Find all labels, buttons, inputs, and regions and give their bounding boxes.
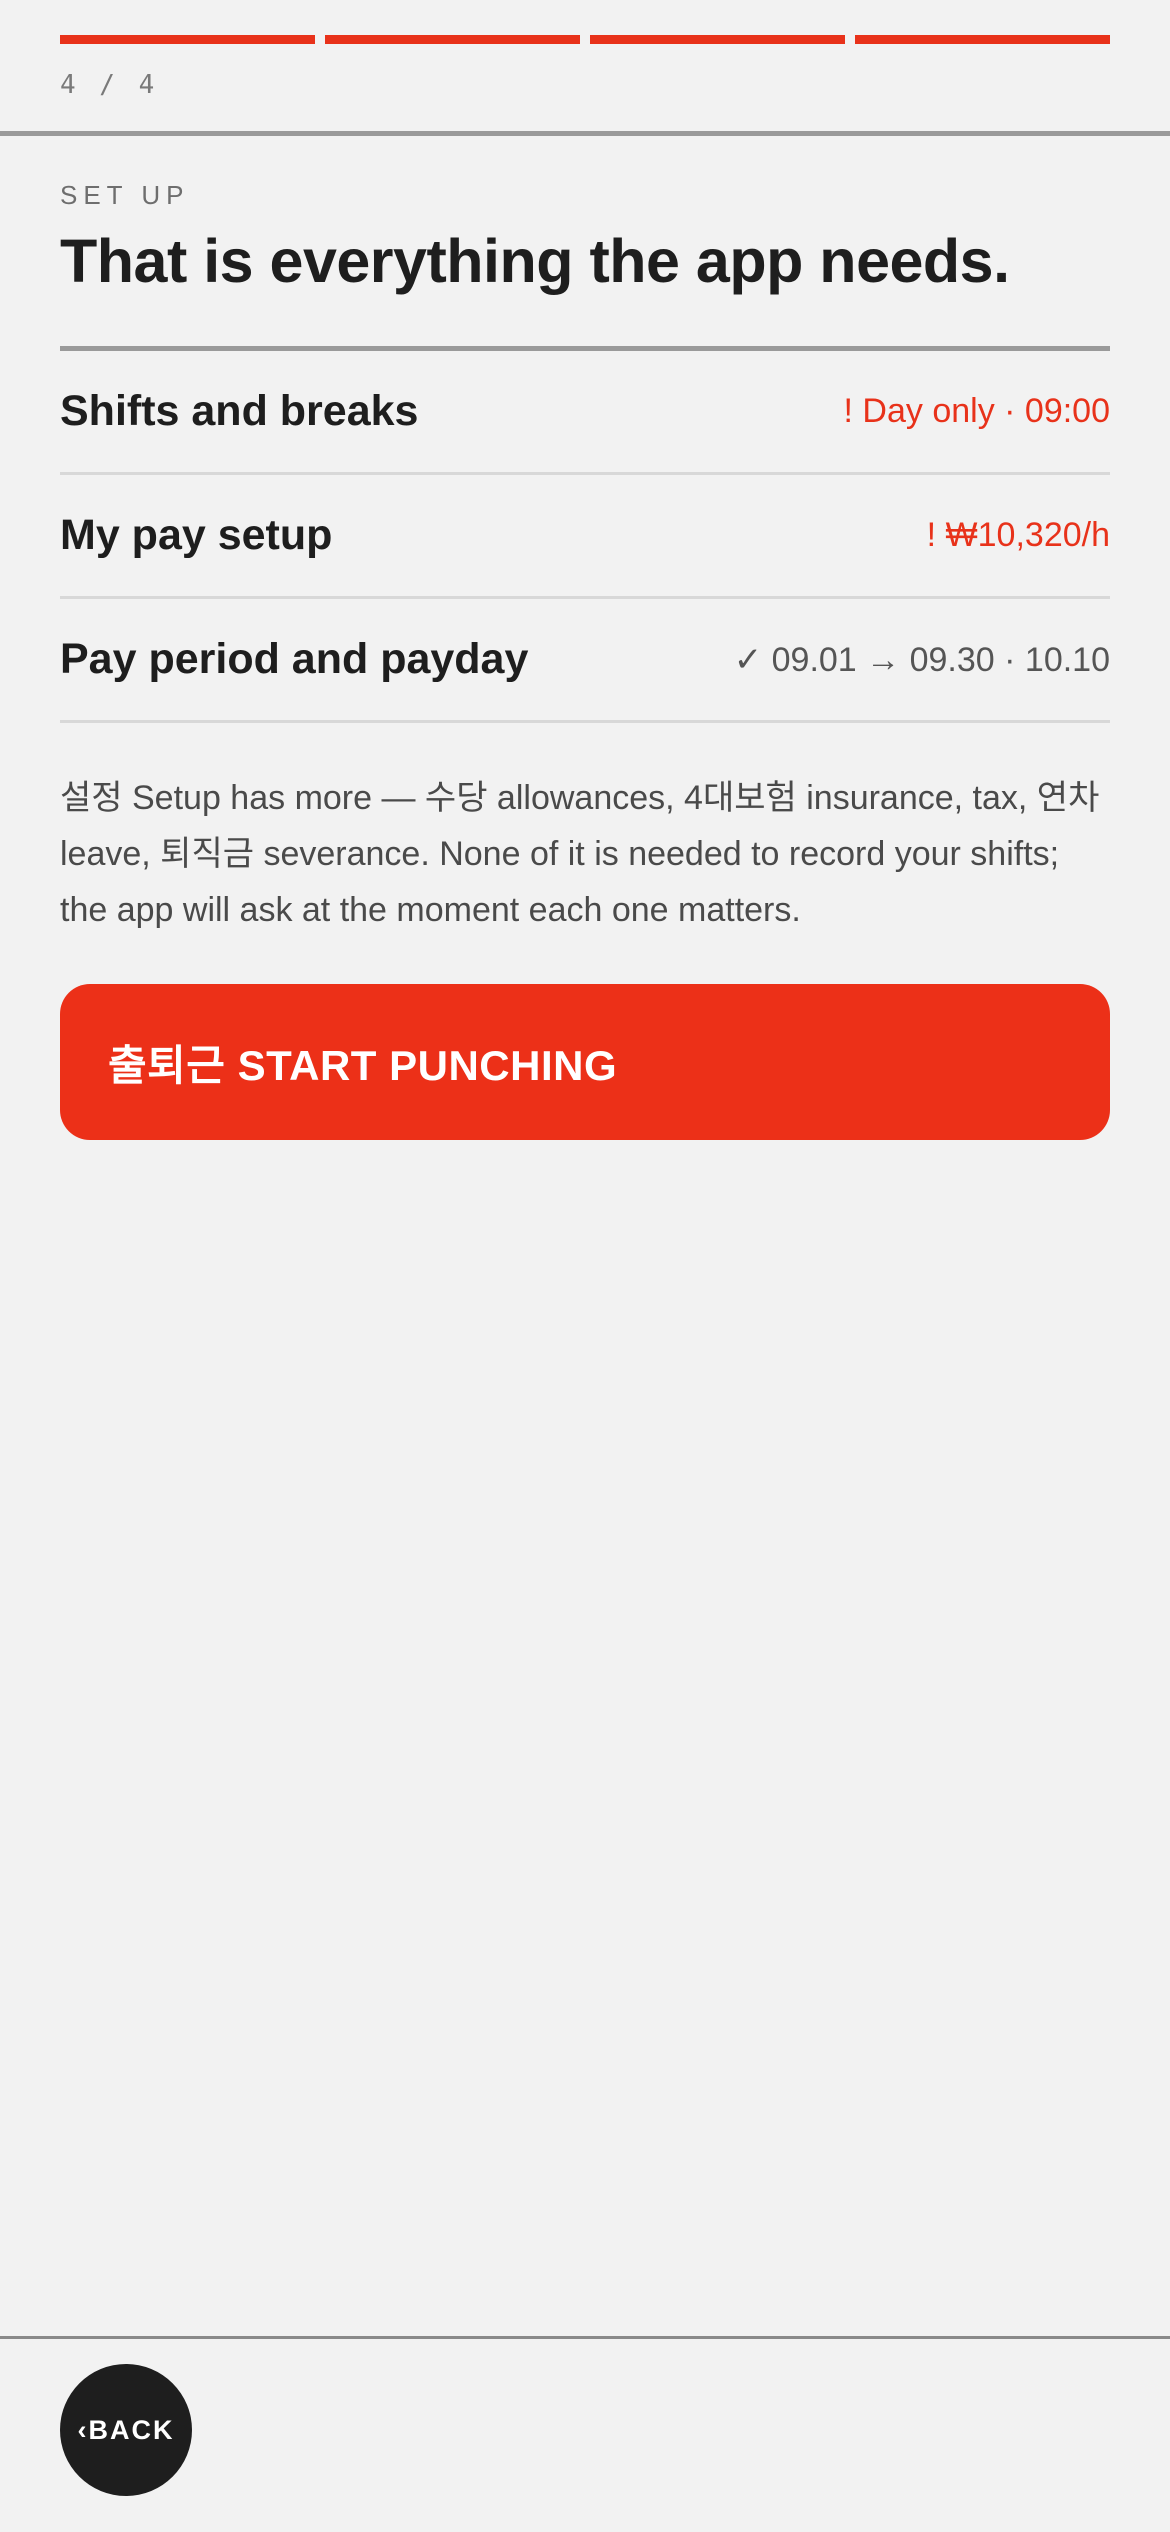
summary-row-pay-setup[interactable]: My pay setup ! ₩10,320/h xyxy=(60,475,1110,599)
section-eyebrow: SET UP xyxy=(60,180,190,210)
progress-segment-3 xyxy=(590,35,845,44)
summary-row-value: ! ₩10,320/h xyxy=(926,516,1110,554)
step-counter: 4 / 4 xyxy=(60,70,159,100)
summary-row-shifts[interactable]: Shifts and breaks ! Day only · 09:00 xyxy=(60,351,1110,475)
summary-row-pay-period[interactable]: Pay period and payday ✓ 09.01 → 09.30 · … xyxy=(60,599,1110,723)
header-divider xyxy=(0,131,1170,136)
setup-note: 설정 Setup has more — 수당 allowances, 4대보험 … xyxy=(60,779,1100,929)
progress-segment-4 xyxy=(855,35,1110,44)
summary-row-label: Shifts and breaks xyxy=(60,387,419,435)
summary-row-label: Pay period and payday xyxy=(60,635,529,683)
summary-row-label: My pay setup xyxy=(60,511,333,559)
summary-row-value: ✓ 09.01 → 09.30 · 10.10 xyxy=(733,640,1110,679)
progress-segment-1 xyxy=(60,35,315,44)
start-punching-button[interactable]: 출퇴근 START PUNCHING xyxy=(60,984,1110,1140)
summary-row-value: ! Day only · 09:00 xyxy=(843,392,1110,430)
back-button[interactable]: ‹BACK xyxy=(60,2364,192,2496)
progress-bar xyxy=(60,35,1110,44)
setup-summary-list: Shifts and breaks ! Day only · 09:00 My … xyxy=(60,346,1110,723)
page-title: That is everything the app needs. xyxy=(60,227,1010,295)
progress-segment-2 xyxy=(325,35,580,44)
footer-divider xyxy=(0,2336,1170,2339)
